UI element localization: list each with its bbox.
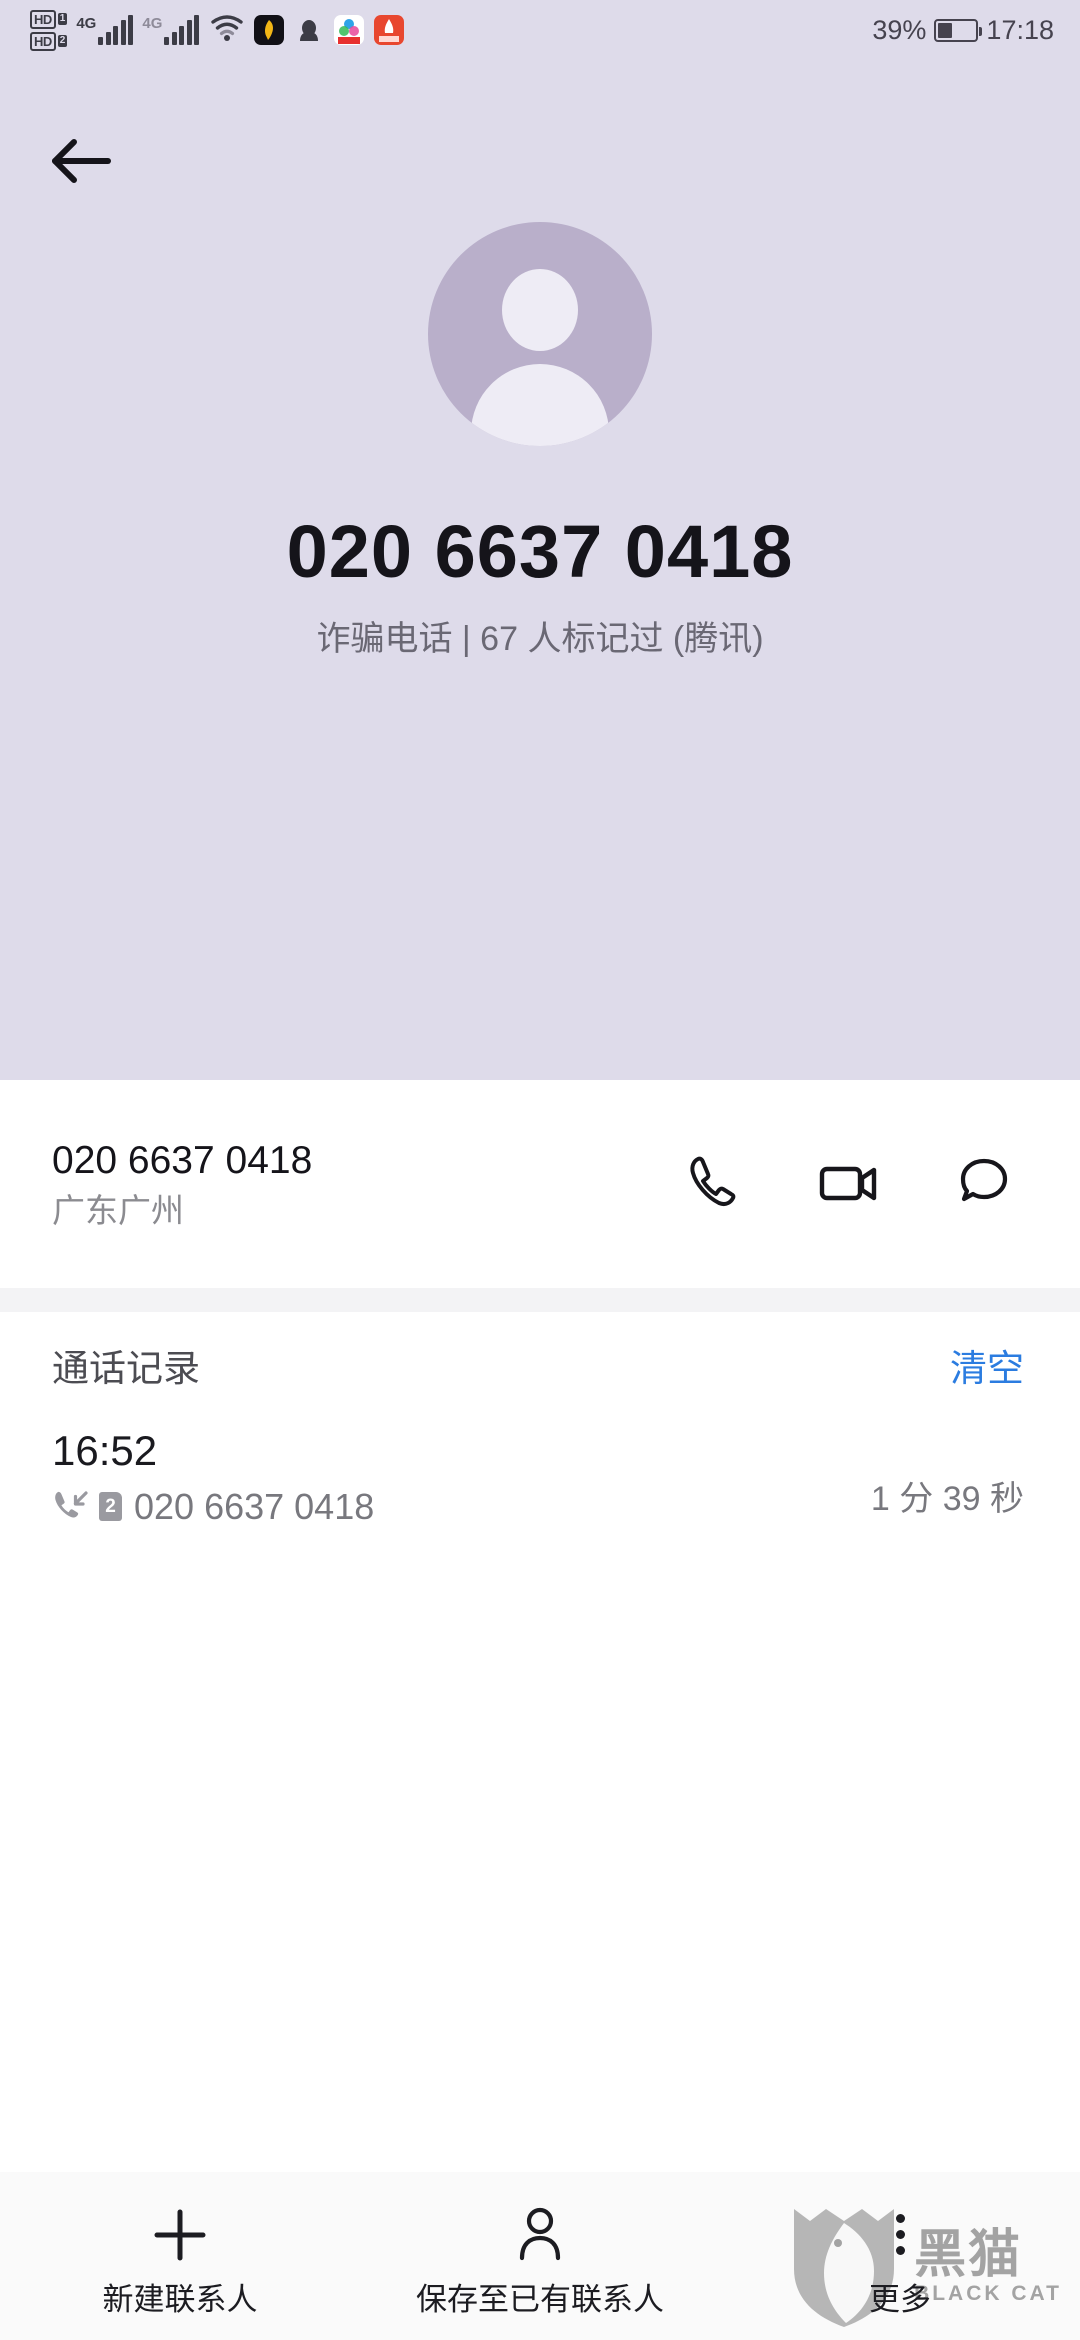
call-log-row-left: 16:52 2 020 6637 0418 xyxy=(52,1430,374,1525)
call-log-title: 通话记录 xyxy=(52,1347,200,1389)
battery-icon xyxy=(934,18,983,42)
contact-number-label: 020 6637 0418 xyxy=(52,1139,313,1182)
incoming-call-icon xyxy=(52,1488,90,1525)
spam-tag-label: 诈骗电话 | 67 人标记过 (腾讯) xyxy=(316,620,764,658)
phone-icon xyxy=(682,1152,742,1217)
hd-label: HD xyxy=(30,9,56,29)
save-to-existing-contact-label: 保存至已有联系人 xyxy=(416,2281,664,2317)
call-number-label: 020 6637 0418 xyxy=(134,1485,375,1527)
more-label: 更多 xyxy=(869,2281,931,2317)
app-icon-huawei-red xyxy=(374,15,405,45)
signal-group-sim1: 4G xyxy=(76,15,134,45)
section-divider xyxy=(0,1288,1080,1312)
arrow-left-icon xyxy=(50,137,112,190)
app-icon-multicolor xyxy=(334,15,365,45)
app-icon-black xyxy=(254,15,285,45)
contact-location-label: 广东广州 xyxy=(52,1192,184,1229)
network-type-label: 4G xyxy=(76,15,97,32)
hd-sim-number: 2 xyxy=(57,35,68,47)
bottom-action-bar: 新建联系人 保存至已有联系人 更多 黑猫 BLACK CAT xyxy=(0,2172,1080,2340)
video-camera-icon xyxy=(817,1156,879,1213)
contact-text-group: 020 6637 0418 广东广州 xyxy=(52,1141,676,1227)
hd-badge-sim2: HD 2 xyxy=(30,31,68,51)
message-button[interactable] xyxy=(948,1148,1020,1220)
page-title: 020 6637 0418 xyxy=(286,510,794,593)
back-button[interactable] xyxy=(36,118,126,208)
contact-number-row[interactable]: 020 6637 0418 广东广州 xyxy=(0,1080,1080,1288)
contact-header: 020 6637 0418 诈骗电话 | 67 人标记过 (腾讯) xyxy=(0,60,1080,1080)
person-icon xyxy=(514,2206,566,2264)
hd-badges-group: HD 1 HD 2 xyxy=(30,9,68,51)
signal-bars-icon xyxy=(98,15,134,45)
call-log-section: 通话记录 清空 16:52 2 020 6637 0418 1 分 39 秒 xyxy=(0,1312,1080,1525)
signal-bars-icon xyxy=(164,15,200,45)
battery-percent-label: 39% xyxy=(872,14,927,45)
hd-badge-sim1: HD 1 xyxy=(30,9,68,29)
status-bar: HD 1 HD 2 4G 4G 39% 17:18 xyxy=(0,0,1080,60)
clear-call-log-button[interactable]: 清空 xyxy=(950,1350,1024,1387)
plus-icon xyxy=(151,2206,209,2264)
wifi-icon xyxy=(210,14,244,47)
call-log-row[interactable]: 16:52 2 020 6637 0418 1 分 39 秒 xyxy=(0,1424,1080,1525)
call-button[interactable] xyxy=(676,1148,748,1220)
signal-group-sim2: 4G xyxy=(142,15,200,45)
contact-action-group xyxy=(676,1148,1024,1220)
status-bar-left: HD 1 HD 2 4G 4G xyxy=(30,9,405,51)
default-contact-avatar xyxy=(428,222,652,446)
status-bar-right: 39% 17:18 xyxy=(872,0,1054,60)
network-type-label: 4G xyxy=(142,15,163,32)
app-icon-qq-penguin xyxy=(294,15,325,45)
avatar[interactable] xyxy=(428,222,652,446)
new-contact-button[interactable]: 新建联系人 xyxy=(0,2206,360,2315)
save-to-existing-contact-button[interactable]: 保存至已有联系人 xyxy=(360,2206,720,2315)
call-time-label: 16:52 xyxy=(52,1427,158,1474)
hd-sim-number: 1 xyxy=(57,13,68,25)
more-button[interactable]: 更多 xyxy=(720,2206,1080,2315)
call-duration-label: 1 分 39 秒 xyxy=(870,1480,1024,1518)
clock-label: 17:18 xyxy=(986,14,1054,45)
call-log-subline: 2 020 6637 0418 xyxy=(52,1488,374,1525)
call-log-header: 通话记录 清空 xyxy=(0,1312,1080,1424)
new-contact-label: 新建联系人 xyxy=(102,2281,258,2317)
video-call-button[interactable] xyxy=(812,1148,884,1220)
sim-badge: 2 xyxy=(99,1492,122,1521)
more-dots-icon xyxy=(895,2206,905,2264)
message-bubble-icon xyxy=(955,1153,1013,1216)
hd-label: HD xyxy=(30,31,56,51)
